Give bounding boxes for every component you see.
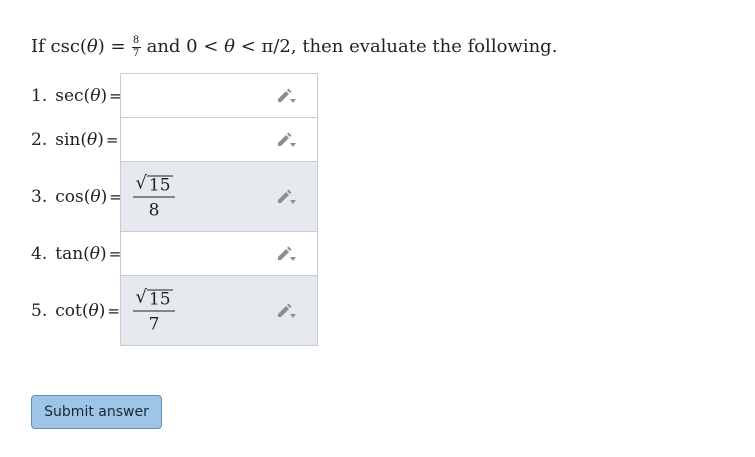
sqrt-expression: √ 15 — [135, 286, 173, 309]
item-theta: θ — [90, 187, 101, 207]
item-number: 2. — [31, 130, 48, 150]
fraction-bar — [133, 196, 175, 197]
pencil-icon[interactable] — [275, 303, 297, 319]
cos-answer-fraction: √ 15 8 — [133, 173, 175, 220]
prompt-prefix: If csc( — [31, 36, 87, 57]
denominator: 8 — [148, 200, 160, 220]
item-close: ) — [98, 301, 106, 321]
cot-answer-fraction: √ 15 7 — [133, 287, 175, 334]
item-close: ) — [100, 86, 108, 106]
item-number: 5. — [31, 301, 48, 321]
fraction-bar — [133, 310, 175, 311]
item-4-label: 4. tan(θ) = — [31, 244, 121, 264]
prompt-suffix-b: < π/2, then evaluate the following. — [240, 36, 558, 57]
item-theta: θ — [89, 244, 101, 264]
item-close: ) — [100, 244, 107, 264]
item-number: 3. — [31, 187, 48, 207]
cos-answer-input[interactable]: √ 15 8 — [120, 161, 318, 232]
item-number: 4. — [31, 244, 48, 264]
sqrt-expression: √ 15 — [135, 172, 173, 195]
submit-answer-button[interactable]: Submit answer — [31, 395, 162, 429]
prompt-mid: ) = — [97, 36, 126, 57]
item-fn: cot( — [55, 301, 89, 321]
radicand: 15 — [146, 175, 173, 195]
item-theta: θ — [88, 301, 99, 321]
pencil-icon[interactable] — [275, 88, 297, 104]
radicand: 15 — [146, 289, 173, 309]
item-theta: θ — [86, 130, 98, 150]
item-fn: sec( — [55, 86, 91, 106]
prompt-suffix-a: and 0 < — [146, 36, 219, 57]
item-5-label: 5. cot(θ) = — [31, 301, 120, 321]
item-fn: sin( — [55, 130, 87, 150]
pencil-icon[interactable] — [275, 246, 297, 262]
item-eq: = — [105, 131, 119, 149]
item-2-label: 2. sin(θ) = — [31, 130, 118, 150]
sec-answer-input[interactable] — [120, 73, 318, 118]
item-3-label: 3. cos(θ) = — [31, 187, 122, 207]
sin-answer-input[interactable] — [120, 117, 318, 162]
radical-sign: √ — [135, 286, 147, 307]
pencil-icon[interactable] — [275, 132, 297, 148]
denominator: 7 — [148, 314, 160, 334]
prompt-suffix-theta: θ — [224, 36, 235, 57]
csc-denominator: 7 — [132, 47, 140, 59]
item-close: ) — [97, 130, 104, 150]
prompt-theta: θ — [86, 36, 98, 57]
pencil-icon[interactable] — [275, 189, 297, 205]
item-number: 1. — [31, 86, 48, 106]
item-fn: cos( — [55, 187, 91, 207]
item-1-label: 1. sec(θ) = — [31, 86, 122, 106]
radical-sign: √ — [135, 172, 147, 193]
question-prompt: If csc(θ) = 8 7 and 0 < θ < π/2, then ev… — [31, 34, 557, 60]
csc-numerator: 8 — [132, 34, 140, 46]
item-theta: θ — [90, 86, 101, 106]
tan-answer-input[interactable] — [120, 231, 318, 276]
item-eq: = — [107, 302, 120, 320]
csc-fraction: 8 7 — [131, 34, 141, 59]
item-fn: tan( — [55, 244, 90, 264]
cot-answer-input[interactable]: √ 15 7 — [120, 275, 318, 346]
item-close: ) — [100, 187, 108, 207]
